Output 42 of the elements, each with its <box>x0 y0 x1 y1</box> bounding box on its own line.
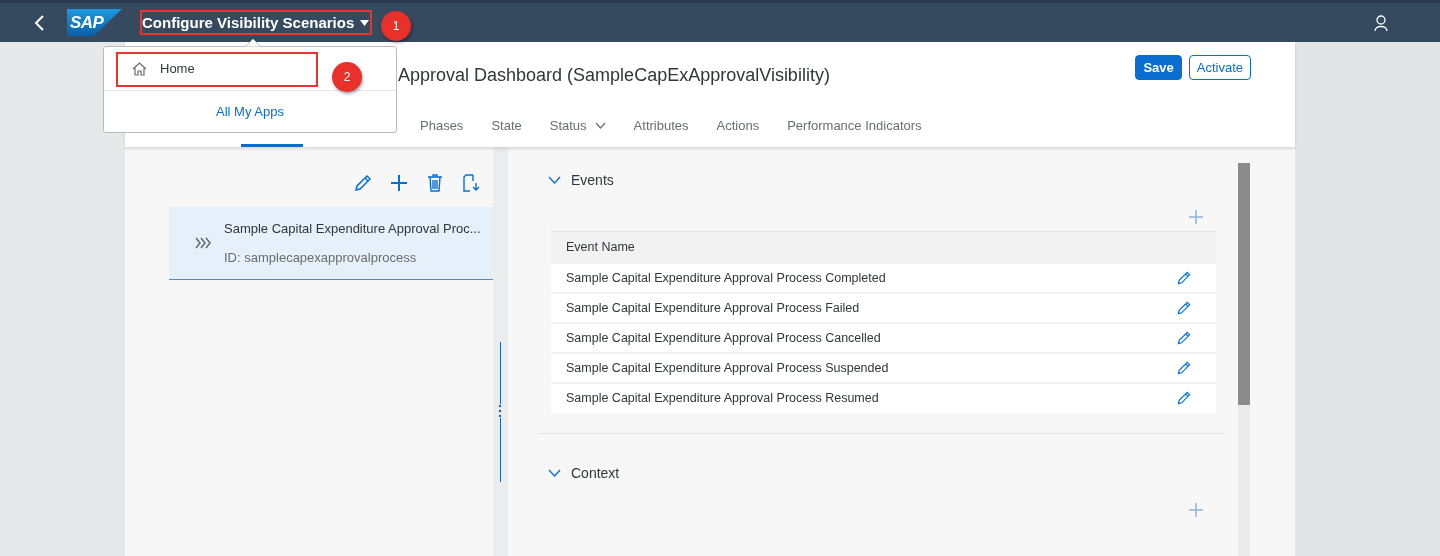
user-icon[interactable] <box>1374 14 1388 31</box>
tab[interactable]: Performance Indicators <box>773 106 936 147</box>
caret-icon <box>360 19 370 26</box>
add-icon[interactable] <box>389 173 409 193</box>
edit-icon[interactable] <box>1176 299 1192 316</box>
section-title: Events <box>571 172 614 188</box>
home-icon <box>132 61 147 76</box>
tab[interactable]: Phases <box>406 106 478 147</box>
tab[interactable]: State <box>477 106 536 147</box>
activate-button[interactable]: Activate <box>1188 55 1251 80</box>
table-cell: Sample Capital Expenditure Approval Process Cancelled <box>551 322 1176 353</box>
tab[interactable]: Actions <box>702 106 774 147</box>
process-list-item[interactable]: Sample Capital Expenditure Approval Proc... ID: samplecapexapprovalprocess <box>169 207 493 280</box>
grip-icon[interactable] <box>498 404 502 418</box>
section-title: Context <box>571 464 620 481</box>
chevron-down-icon[interactable] <box>548 176 561 184</box>
triple-chevron-icon <box>195 237 212 249</box>
process-title: Sample Capital Expenditure Approval Proc... <box>224 221 481 236</box>
logo: SAP <box>67 9 122 36</box>
splitter-handle[interactable] <box>500 342 501 482</box>
table-cell: Sample Capital Expenditure Approval Process Completed <box>551 262 1176 293</box>
edit-icon[interactable] <box>1176 390 1192 406</box>
edit-icon[interactable] <box>1176 359 1192 376</box>
delete-icon[interactable] <box>425 173 445 193</box>
table-cell: Sample Capital Expenditure Approval Process Resumed <box>551 382 1176 413</box>
chevron-down-icon[interactable] <box>548 468 561 477</box>
column-header: Event Name <box>551 231 1176 263</box>
edit-icon[interactable] <box>1176 329 1192 346</box>
all-apps-link[interactable]: All My Apps <box>216 104 284 119</box>
tab[interactable]: Attributes <box>619 106 703 147</box>
table-cell: Sample Capital Expenditure Approval Process Suspended <box>551 352 1176 383</box>
back-icon[interactable] <box>33 14 47 31</box>
page-title: Approval Dashboard (SampleCapExApprovalVisibility) <box>398 65 830 86</box>
tab[interactable]: Status <box>535 106 620 147</box>
edit-icon[interactable] <box>353 173 373 193</box>
document-download-icon[interactable] <box>461 173 481 193</box>
save-button[interactable]: Save <box>1135 55 1182 80</box>
table-cell: Sample Capital Expenditure Approval Process Failed <box>551 292 1176 323</box>
app-title-menu[interactable]: Configure Visibility Scenarios <box>142 14 370 31</box>
process-id: ID: samplecapexapprovalprocess <box>224 250 418 265</box>
scrollbar[interactable] <box>1238 163 1250 556</box>
edit-icon[interactable] <box>1176 269 1192 286</box>
